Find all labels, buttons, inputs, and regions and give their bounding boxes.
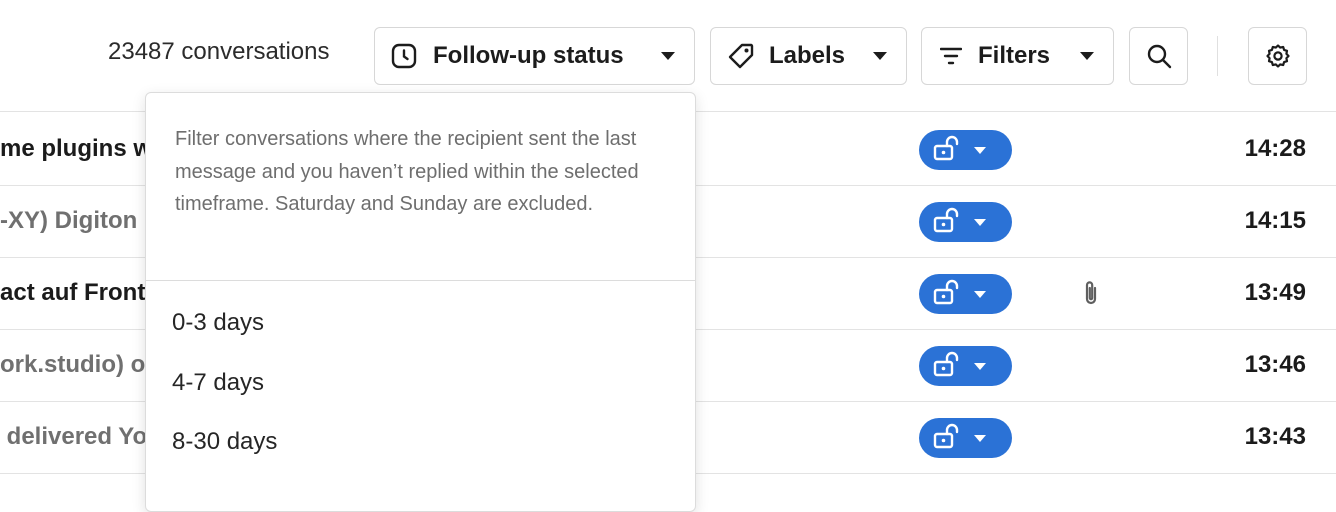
caret-down-icon <box>872 51 888 61</box>
settings-button[interactable] <box>1248 27 1307 85</box>
conversation-subject: act auf Front <box>0 279 146 306</box>
paperclip-icon <box>1078 279 1104 314</box>
caret-down-icon <box>973 434 987 443</box>
unlock-icon <box>933 351 961 382</box>
conversation-subject: delivered Yo <box>0 423 148 450</box>
follow-up-option-0-3-days[interactable]: 0-3 days <box>172 309 264 337</box>
unlock-icon <box>933 135 961 166</box>
unlock-icon <box>933 207 961 238</box>
toolbar-divider <box>1217 36 1218 76</box>
follow-up-description: Filter conversations where the recipient… <box>146 93 695 281</box>
lock-status-button[interactable] <box>919 130 1012 170</box>
tag-icon <box>727 42 755 70</box>
lock-status-button[interactable] <box>919 418 1012 458</box>
follow-up-status-dropdown: Filter conversations where the recipient… <box>145 92 696 512</box>
filter-lines-icon <box>940 47 962 65</box>
follow-up-status-label: Follow-up status <box>433 42 624 69</box>
lock-status-button[interactable] <box>919 274 1012 314</box>
gear-icon <box>1265 43 1291 69</box>
follow-up-option-8-30-days[interactable]: 8-30 days <box>172 428 277 456</box>
caret-down-icon <box>973 146 987 155</box>
conversation-time: 14:28 <box>1244 135 1306 162</box>
lock-status-button[interactable] <box>919 202 1012 242</box>
follow-up-status-button[interactable]: Follow-up status <box>374 27 695 85</box>
caret-down-icon <box>660 51 676 61</box>
conversation-time: 14:15 <box>1244 207 1306 234</box>
search-icon <box>1146 43 1172 69</box>
conversation-subject: ork.studio) o <box>0 351 146 378</box>
clock-icon <box>391 43 417 69</box>
labels-label: Labels <box>769 42 846 69</box>
labels-button[interactable]: Labels <box>710 27 907 85</box>
lock-status-button[interactable] <box>919 346 1012 386</box>
conversation-time: 13:46 <box>1244 351 1306 378</box>
unlock-icon <box>933 423 961 454</box>
unlock-icon <box>933 279 961 310</box>
search-button[interactable] <box>1129 27 1188 85</box>
follow-up-option-4-7-days[interactable]: 4-7 days <box>172 369 264 397</box>
caret-down-icon <box>973 362 987 371</box>
conversation-subject: -XY) Digiton <box>0 207 138 234</box>
caret-down-icon <box>973 290 987 299</box>
caret-down-icon <box>973 218 987 227</box>
caret-down-icon <box>1079 51 1095 61</box>
conversation-count: 23487 conversations <box>108 38 330 65</box>
conversation-subject: me plugins w <box>0 135 153 162</box>
filters-button[interactable]: Filters <box>921 27 1114 85</box>
conversation-time: 13:49 <box>1244 279 1306 306</box>
filters-label: Filters <box>978 42 1051 69</box>
conversation-time: 13:43 <box>1244 423 1306 450</box>
